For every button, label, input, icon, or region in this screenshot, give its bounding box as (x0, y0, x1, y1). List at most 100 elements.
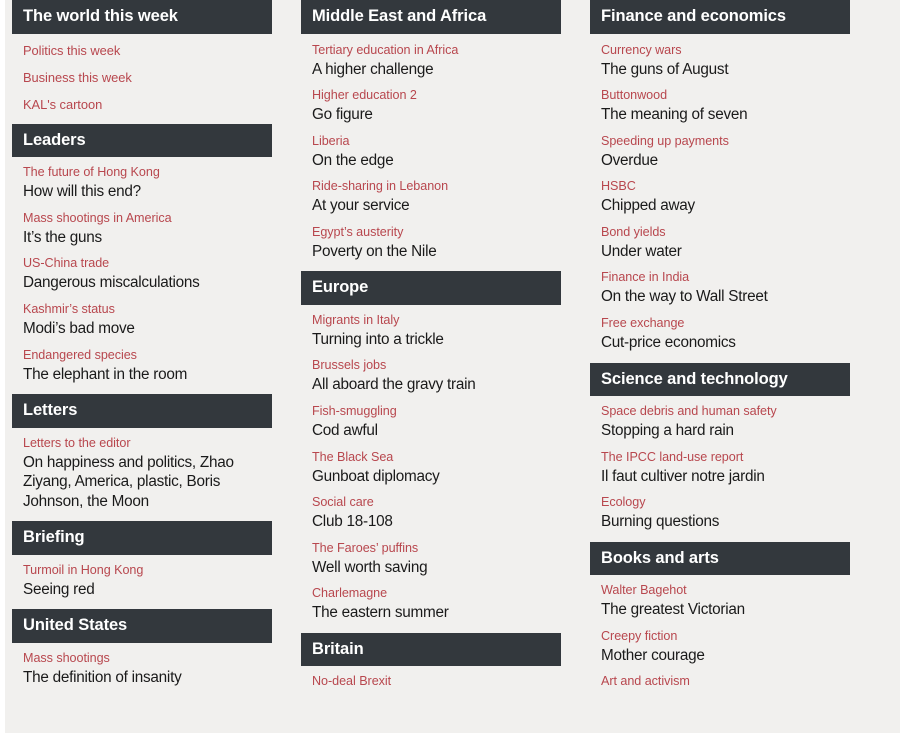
article-headline[interactable]: Chipped away (601, 196, 850, 216)
article-flytitle[interactable]: Art and activism (601, 673, 850, 690)
article-flytitle[interactable]: Egypt’s austerity (312, 224, 561, 241)
article-flytitle[interactable]: Mass shootings in America (23, 210, 272, 227)
article-item[interactable]: Space debris and human safety Stopping a … (590, 403, 850, 441)
section-link[interactable]: Politics this week (12, 42, 272, 59)
article-flytitle[interactable]: Turmoil in Hong Kong (23, 562, 272, 579)
article-flytitle[interactable]: No-deal Brexit (312, 673, 561, 690)
article-flytitle[interactable]: The Faroes’ puffins (312, 540, 561, 557)
article-item[interactable]: Walter Bagehot The greatest Victorian (590, 582, 850, 620)
article-headline[interactable]: Turning into a trickle (312, 330, 561, 350)
article-headline[interactable]: The guns of August (601, 60, 850, 80)
article-flytitle[interactable]: Kashmir’s status (23, 301, 272, 318)
section-header[interactable]: Science and technology (590, 362, 850, 397)
article-item[interactable]: Liberia On the edge (301, 133, 561, 171)
article-headline[interactable]: Mother courage (601, 646, 850, 666)
article-flytitle[interactable]: Ride-sharing in Lebanon (312, 178, 561, 195)
article-item[interactable]: Currency wars The guns of August (590, 42, 850, 80)
article-flytitle[interactable]: Currency wars (601, 42, 850, 59)
article-item[interactable]: Turmoil in Hong Kong Seeing red (12, 562, 272, 600)
article-flytitle[interactable]: Bond yields (601, 224, 850, 241)
section-header[interactable]: Europe (301, 271, 561, 305)
article-headline[interactable]: It’s the guns (23, 228, 272, 248)
article-flytitle[interactable]: Speeding up payments (601, 133, 850, 150)
article-headline[interactable]: Stopping a hard rain (601, 421, 850, 441)
article-item[interactable]: Social care Club 18-108 (301, 494, 561, 532)
article-headline[interactable]: At your service (312, 196, 561, 216)
article-item[interactable]: No-deal Brexit (301, 673, 561, 690)
section-link[interactable]: KAL's cartoon (12, 96, 272, 113)
article-headline[interactable]: Go figure (312, 105, 561, 125)
article-headline[interactable]: Cut-price economics (601, 333, 850, 353)
article-item[interactable]: The Black Sea Gunboat diplomacy (301, 449, 561, 487)
section-link-label[interactable]: KAL's cartoon (23, 96, 272, 113)
section-header[interactable]: Briefing (12, 521, 272, 555)
article-headline[interactable]: On the way to Wall Street (601, 287, 850, 307)
article-item[interactable]: Art and activism (590, 673, 850, 690)
article-item[interactable]: Ride-sharing in Lebanon At your service (301, 178, 561, 216)
article-flytitle[interactable]: Walter Bagehot (601, 582, 850, 599)
article-headline[interactable]: A higher challenge (312, 60, 561, 80)
section-header[interactable]: Britain (301, 632, 561, 667)
section-header[interactable]: Middle East and Africa (301, 0, 561, 34)
section-header[interactable]: United States (12, 609, 272, 643)
article-headline[interactable]: Dangerous miscalculations (23, 273, 272, 293)
section-header[interactable]: The world this week (12, 0, 272, 34)
article-headline[interactable]: Cod awful (312, 421, 561, 441)
article-flytitle[interactable]: Space debris and human safety (601, 403, 850, 420)
article-item[interactable]: Tertiary education in Africa A higher cha… (301, 42, 561, 80)
section-link-label[interactable]: Politics this week (23, 42, 272, 59)
article-headline[interactable]: Il faut cultiver notre jardin (601, 467, 850, 487)
article-flytitle[interactable]: Tertiary education in Africa (312, 42, 561, 59)
article-item[interactable]: The Faroes’ puffins Well worth saving (301, 540, 561, 578)
section-header[interactable]: Finance and economics (590, 0, 850, 34)
article-flytitle[interactable]: The Black Sea (312, 449, 561, 466)
article-flytitle[interactable]: Buttonwood (601, 87, 850, 104)
article-item[interactable]: HSBC Chipped away (590, 178, 850, 216)
article-headline[interactable]: The definition of insanity (23, 668, 272, 688)
article-headline[interactable]: On happiness and politics, Zhao Ziyang, … (23, 453, 272, 512)
article-headline[interactable]: Club 18-108 (312, 512, 561, 532)
article-flytitle[interactable]: Brussels jobs (312, 357, 561, 374)
article-headline[interactable]: All aboard the gravy train (312, 375, 561, 395)
section-header[interactable]: Books and arts (590, 541, 850, 576)
article-item[interactable]: Finance in India On the way to Wall Stree… (590, 269, 850, 307)
article-item[interactable]: Speeding up payments Overdue (590, 133, 850, 171)
article-flytitle[interactable]: Creepy fiction (601, 628, 850, 645)
section-header[interactable]: Leaders (12, 123, 272, 158)
article-headline[interactable]: Under water (601, 242, 850, 262)
article-flytitle[interactable]: Letters to the editor (23, 435, 272, 452)
section-link-label[interactable]: Business this week (23, 69, 272, 86)
article-headline[interactable]: Seeing red (23, 580, 272, 600)
article-flytitle[interactable]: The IPCC land-use report (601, 449, 850, 466)
article-item[interactable]: Kashmir’s status Modi’s bad move (12, 301, 272, 339)
section-link[interactable]: Business this week (12, 69, 272, 86)
article-item[interactable]: Bond yields Under water (590, 224, 850, 262)
article-headline[interactable]: Well worth saving (312, 558, 561, 578)
article-item[interactable]: Fish-smuggling Cod awful (301, 403, 561, 441)
article-headline[interactable]: Modi’s bad move (23, 319, 272, 339)
article-item[interactable]: Higher education 2 Go figure (301, 87, 561, 125)
article-headline[interactable]: Overdue (601, 151, 850, 171)
article-headline[interactable]: How will this end? (23, 182, 272, 202)
article-headline[interactable]: Poverty on the Nile (312, 242, 561, 262)
article-item[interactable]: Ecology Burning questions (590, 494, 850, 532)
article-headline[interactable]: The elephant in the room (23, 365, 272, 385)
article-headline[interactable]: The meaning of seven (601, 105, 850, 125)
section-header[interactable]: Letters (12, 394, 272, 428)
article-flytitle[interactable]: Liberia (312, 133, 561, 150)
article-item[interactable]: Egypt’s austerity Poverty on the Nile (301, 224, 561, 262)
article-flytitle[interactable]: Charlemagne (312, 585, 561, 602)
article-item[interactable]: Charlemagne The eastern summer (301, 585, 561, 623)
article-flytitle[interactable]: Finance in India (601, 269, 850, 286)
article-headline[interactable]: The greatest Victorian (601, 600, 850, 620)
article-item[interactable]: US-China trade Dangerous miscalculations (12, 255, 272, 293)
article-item[interactable]: The future of Hong Kong How will this end… (12, 164, 272, 202)
article-item[interactable]: Mass shootings The definition of insanity (12, 650, 272, 688)
article-flytitle[interactable]: HSBC (601, 178, 850, 195)
article-flytitle[interactable]: Endangered species (23, 347, 272, 364)
article-item[interactable]: Endangered species The elephant in the ro… (12, 347, 272, 385)
article-item[interactable]: Brussels jobs All aboard the gravy train (301, 357, 561, 395)
article-flytitle[interactable]: US-China trade (23, 255, 272, 272)
article-headline[interactable]: The eastern summer (312, 603, 561, 623)
article-item[interactable]: Letters to the editor On happiness and po… (12, 435, 272, 512)
